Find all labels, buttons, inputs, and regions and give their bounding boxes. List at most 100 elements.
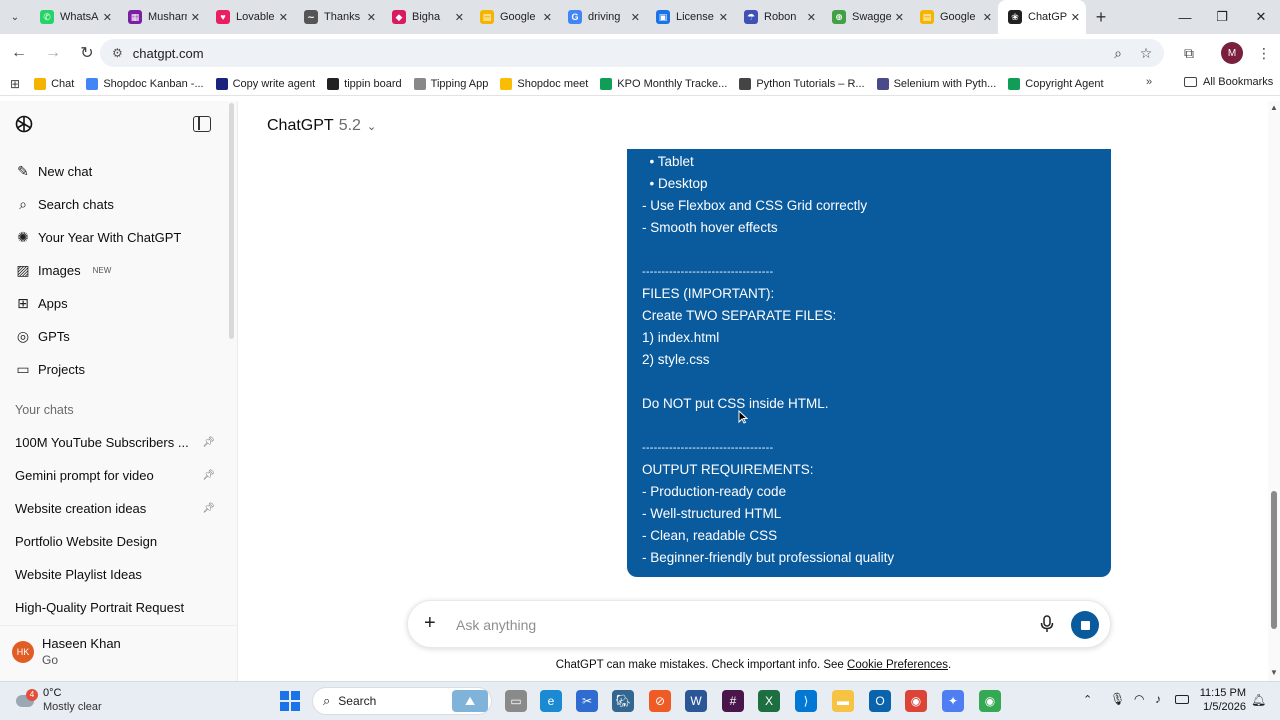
stop-generating-button[interactable] [1071, 611, 1099, 639]
close-tab-icon[interactable]: ✕ [631, 11, 640, 24]
close-tab-icon[interactable]: ✕ [279, 11, 288, 24]
bookmark-item[interactable]: Python Tutorials – R... [739, 77, 865, 90]
widgets-landscape-icon[interactable]: ⛰ [452, 690, 488, 712]
browser-tab[interactable]: ❀ ChatGPT ✕ [998, 0, 1086, 34]
close-tab-icon[interactable]: ✕ [103, 11, 112, 24]
maximize-button[interactable]: ❐ [1203, 0, 1241, 34]
extensions-icon[interactable]: ⧉ [1176, 39, 1202, 67]
bookmark-item[interactable]: Chat [34, 77, 74, 90]
tray-mic-icon[interactable]: 🎙 [1110, 692, 1125, 706]
browser-tab[interactable]: ♥ Lovable ✕ [206, 0, 294, 34]
chrome-profile-icon[interactable]: ◉ [905, 690, 927, 712]
wifi-icon[interactable]: ◠ [1134, 692, 1144, 706]
scroll-up-icon[interactable]: ▲ [1270, 103, 1278, 112]
site-info-icon[interactable]: ⚙ [112, 46, 123, 60]
close-tab-icon[interactable]: ✕ [367, 11, 376, 24]
clock-date[interactable]: 1/5/2026 [1196, 701, 1246, 713]
close-tab-icon[interactable]: ✕ [719, 11, 728, 24]
windows-start-icon[interactable] [280, 691, 300, 711]
notification-bell-icon[interactable]: 🔔︎ [1251, 693, 1266, 707]
browser-tab[interactable]: Gdriving ✕ [558, 0, 646, 34]
pgadmin-icon[interactable]: 🐘︎ [612, 690, 634, 712]
browser-tab[interactable]: ▤ Google ✕ [910, 0, 998, 34]
add-attachment-icon[interactable]: + [424, 612, 436, 635]
bookmark-star-icon[interactable]: ☆ [1132, 39, 1160, 67]
browser-tab[interactable]: ☂ Robon ✕ [734, 0, 822, 34]
menu-icon[interactable]: ⋮ [1254, 39, 1274, 67]
close-tab-icon[interactable]: ✕ [543, 11, 552, 24]
chat-history-item[interactable]: 100M YouTube Subscribers ... 📌︎ [15, 432, 215, 452]
reload-button[interactable]: ↻ [72, 38, 102, 68]
tab-search-button[interactable]: ⌄ [0, 0, 30, 34]
all-bookmarks-button[interactable]: All Bookmarks [1184, 76, 1273, 88]
cookie-preferences-link[interactable]: Cookie Preferences [847, 659, 948, 671]
minimize-button[interactable]: — [1166, 0, 1204, 34]
slack-icon[interactable]: # [722, 690, 744, 712]
word-icon[interactable]: W [685, 690, 707, 712]
sidebar-item-gpts[interactable]: ◎ GPTs [14, 324, 70, 348]
bookmark-item[interactable]: Shopdoc Kanban -... [86, 77, 204, 90]
sidebar-item-projects[interactable]: ▭ Projects [14, 357, 85, 381]
chat-history-item[interactable]: Website Playlist Ideas [15, 564, 215, 584]
sidebar-item-search-chats[interactable]: ⌕ Search chats [14, 192, 114, 216]
bookmark-item[interactable]: Tipping App [413, 77, 488, 90]
postman-icon[interactable]: ⊘ [649, 690, 671, 712]
bookmark-item[interactable]: KPO Monthly Tracke... [600, 77, 727, 90]
back-button[interactable]: ← [4, 38, 34, 68]
close-tab-icon[interactable]: ✕ [1071, 11, 1080, 24]
browser-tab[interactable]: ◆ Bigha ✕ [382, 0, 470, 34]
gemini-icon[interactable]: ✦ [942, 690, 964, 712]
close-tab-icon[interactable]: ✕ [983, 11, 992, 24]
tray-overflow-icon[interactable]: ⌃ [1083, 693, 1092, 706]
battery-icon[interactable] [1175, 695, 1189, 704]
excel-icon[interactable]: X [758, 690, 780, 712]
outlook-icon[interactable]: O [869, 690, 891, 712]
sidebar-item-apps[interactable]: ⊞ Apps [14, 291, 68, 315]
scroll-down-icon[interactable]: ▼ [1270, 668, 1278, 677]
bookmark-item[interactable]: Shopdoc meet [500, 77, 588, 90]
microphone-icon[interactable] [1040, 615, 1054, 638]
close-tab-icon[interactable]: ✕ [807, 11, 816, 24]
sidebar-item-images[interactable]: ▨ Images NEW [14, 258, 111, 282]
sidebar-scrollbar[interactable] [229, 103, 234, 339]
snipping-tool-icon[interactable]: ✂ [576, 690, 598, 712]
chat-history-item[interactable]: High-Quality Portrait Request [15, 597, 215, 617]
bookmark-item[interactable]: Copy write agent [215, 77, 315, 90]
user-menu[interactable]: HK Haseen Khan Go [0, 625, 237, 681]
edge-browser-icon[interactable]: e [540, 690, 562, 712]
forward-button[interactable]: → [38, 38, 68, 68]
more-bookmarks-icon[interactable]: » [1146, 76, 1152, 88]
browser-tab[interactable]: ▤ Google ✕ [470, 0, 558, 34]
browser-tab[interactable]: ⊕ Swagger ✕ [822, 0, 910, 34]
volume-icon[interactable]: ♪ [1155, 692, 1161, 706]
file-explorer-icon[interactable]: ▬ [832, 690, 854, 712]
apps-grid-icon[interactable]: ⊞ [10, 77, 20, 91]
weather-icon[interactable]: 4 [14, 689, 38, 713]
browser-tab[interactable]: ▣ License ✕ [646, 0, 734, 34]
clock-time[interactable]: 11:15 PM [1196, 687, 1246, 699]
model-selector[interactable]: ChatGPT 5.2 ⌄ [267, 117, 376, 135]
bookmark-item[interactable]: tippin board [327, 77, 402, 90]
prompt-input[interactable]: Ask anything [456, 617, 536, 633]
chrome-icon[interactable]: ◉ [979, 690, 1001, 712]
close-tab-icon[interactable]: ✕ [895, 11, 904, 24]
close-tab-icon[interactable]: ✕ [191, 11, 200, 24]
browser-tab[interactable]: ∼ Thanks ✕ [294, 0, 382, 34]
close-window-button[interactable]: ✕ [1242, 0, 1280, 34]
toggle-sidebar-icon[interactable] [193, 116, 211, 132]
zoom-icon[interactable]: ⌕ [1104, 39, 1132, 67]
close-tab-icon[interactable]: ✕ [455, 11, 464, 24]
chat-history-item[interactable]: Portfolio Website Design [15, 531, 215, 551]
profile-avatar[interactable]: M [1221, 42, 1243, 64]
new-tab-button[interactable]: + [1086, 0, 1116, 34]
sidebar-item-your-year-with-chatgpt[interactable]: ✺ Your Year With ChatGPT [14, 225, 181, 249]
task-view-icon[interactable]: ▭ [505, 690, 527, 712]
address-bar[interactable]: ⚙ chatgpt.com ⌕ ☆ [100, 39, 1164, 67]
bookmark-item[interactable]: Copyright Agent [1008, 77, 1104, 90]
browser-tab[interactable]: ▦ Musharraf ✕ [118, 0, 206, 34]
scrollbar-thumb[interactable] [1271, 491, 1277, 629]
vscode-icon[interactable]: ⟩ [795, 690, 817, 712]
bookmark-item[interactable]: Selenium with Pyth... [876, 77, 996, 90]
sidebar-item-new-chat[interactable]: ✎ New chat [14, 159, 92, 183]
page-scrollbar[interactable]: ▲ ▼ [1268, 101, 1280, 681]
